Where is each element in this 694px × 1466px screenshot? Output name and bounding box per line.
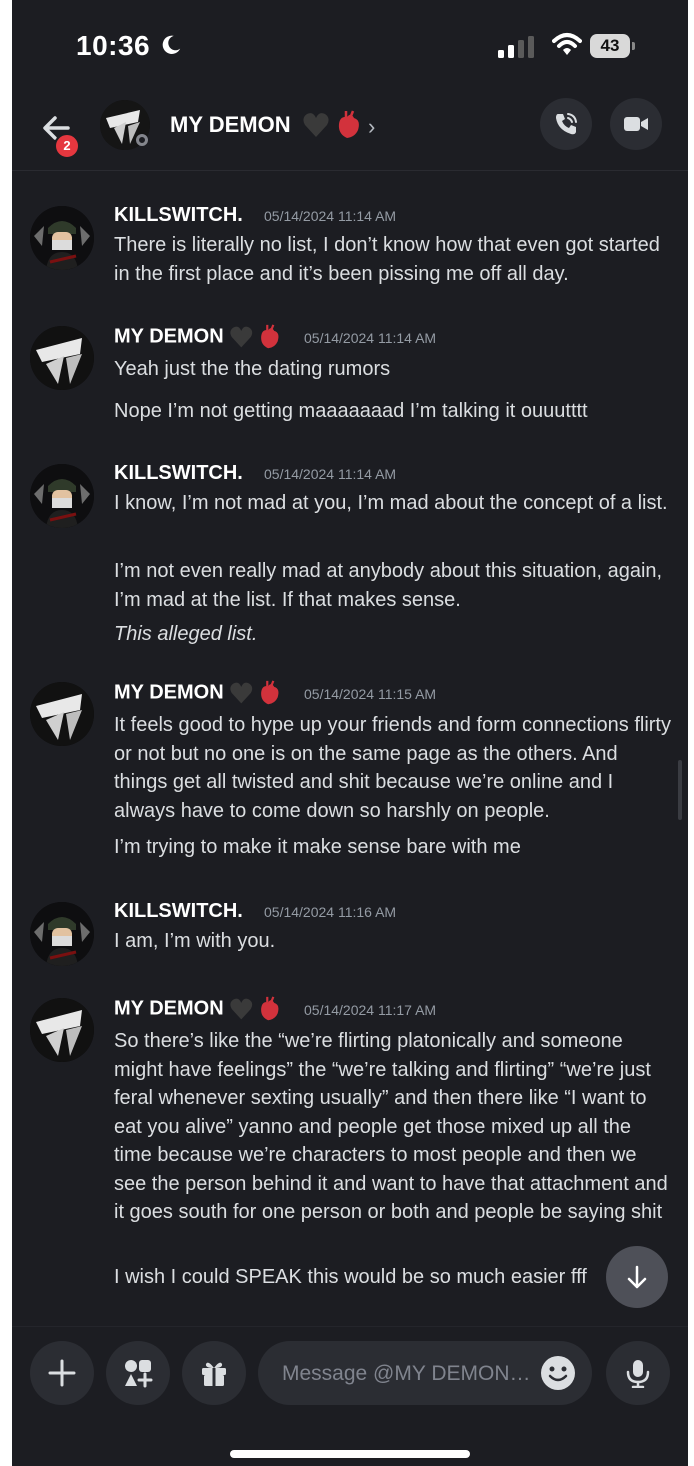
message-text: There is literally no list, I don’t know… (114, 234, 660, 285)
message-author[interactable]: KILLSWITCH. (114, 204, 243, 227)
demon-avatar[interactable] (30, 326, 94, 390)
demon-avatar-icon (30, 998, 94, 1062)
status-time: 10:36 (76, 30, 151, 61)
soldier-avatar-icon (30, 464, 94, 528)
author-name[interactable]: MY DEMON (114, 997, 224, 1019)
battery-indicator: 43 (590, 34, 636, 58)
phone-call-icon (556, 113, 577, 135)
message-timestamp: 05/14/2024 11:14 AM (264, 208, 397, 224)
message-text: So there’s like the “we’re flirting plat… (114, 1030, 668, 1223)
unread-badge: 2 (54, 133, 80, 159)
microphone-icon (626, 1360, 650, 1388)
arrow-down-icon (627, 1265, 647, 1289)
video-camera-icon (624, 117, 648, 131)
emoji-icon[interactable] (540, 1355, 576, 1391)
battery-tip (632, 42, 635, 50)
chevron-right-icon[interactable]: › (368, 114, 375, 140)
demon-avatar[interactable] (30, 682, 94, 746)
header-username[interactable]: MY DEMON (170, 112, 291, 138)
app-screen: 10:36 43 2 MY DEMON › KILLSWITCH. 05/14/… (12, 0, 688, 1466)
message-text: Nope I’m not getting maaaaaaad I’m talki… (114, 400, 588, 422)
message-timestamp: 05/14/2024 11:14 AM (304, 330, 437, 346)
message-text: I know, I’m not mad at you, I’m mad abou… (114, 492, 668, 514)
black-heart-and-anatomical-heart-icon (229, 324, 279, 349)
message-text: I’m trying to make it make sense bare wi… (114, 836, 521, 858)
gift-icon (202, 1362, 226, 1386)
demon-avatar-icon (30, 682, 94, 746)
message-text: I wish I could SPEAK this would be so mu… (114, 1266, 587, 1288)
author-name[interactable]: MY DEMON (114, 325, 224, 347)
soldier-avatar-icon (30, 902, 94, 966)
status-bar: 10:36 43 (12, 0, 688, 90)
message-input[interactable] (280, 1341, 534, 1407)
voice-call-button[interactable] (540, 98, 592, 150)
black-heart-and-anatomical-heart-icon (229, 996, 279, 1021)
scrollbar-thumb[interactable] (678, 760, 682, 820)
video-call-button[interactable] (610, 98, 662, 150)
message-composer (12, 1326, 688, 1466)
killswitch-avatar[interactable] (30, 902, 94, 966)
message-text: It feels good to hype up your friends an… (114, 714, 671, 822)
attach-button[interactable] (30, 1341, 94, 1405)
message-timestamp: 05/14/2024 11:16 AM (264, 904, 397, 920)
dm-header: 2 MY DEMON › (12, 90, 688, 171)
message-timestamp: 05/14/2024 11:17 AM (304, 1002, 437, 1018)
message-input-wrapper (258, 1341, 592, 1407)
black-heart-and-anatomical-heart-icon (229, 680, 279, 705)
cellular-signal-icon (498, 36, 534, 58)
wifi-icon (552, 33, 582, 55)
jump-to-latest-button[interactable] (606, 1246, 668, 1308)
plus-icon (48, 1359, 76, 1387)
voice-message-button[interactable] (606, 1341, 670, 1405)
message-author[interactable]: KILLSWITCH. (114, 462, 243, 485)
message-text: This alleged list. (114, 623, 258, 645)
demon-avatar[interactable] (30, 998, 94, 1062)
moon-icon (162, 35, 181, 54)
apps-icon (125, 1360, 153, 1388)
gift-button[interactable] (182, 1341, 246, 1405)
message-timestamp: 05/14/2024 11:14 AM (264, 466, 397, 482)
soldier-avatar-icon (30, 206, 94, 270)
killswitch-avatar[interactable] (30, 206, 94, 270)
message-author[interactable]: MY DEMON (114, 680, 284, 706)
message-timestamp: 05/14/2024 11:15 AM (304, 686, 437, 702)
message-text: I’m not even really mad at anybody about… (114, 560, 663, 611)
apps-button[interactable] (106, 1341, 170, 1405)
black-heart-and-anatomical-heart-icon (303, 110, 359, 138)
message-text: Yeah just the the dating rumors (114, 358, 391, 380)
home-indicator[interactable] (230, 1450, 470, 1458)
offline-status-dot (136, 134, 148, 146)
killswitch-avatar[interactable] (30, 464, 94, 528)
author-name[interactable]: MY DEMON (114, 681, 224, 703)
demon-avatar-icon (30, 326, 94, 390)
message-author[interactable]: KILLSWITCH. (114, 900, 243, 923)
message-text: I am, I’m with you. (114, 930, 276, 952)
message-author[interactable]: MY DEMON (114, 324, 284, 350)
message-author[interactable]: MY DEMON (114, 996, 284, 1022)
battery-level: 43 (590, 34, 630, 58)
